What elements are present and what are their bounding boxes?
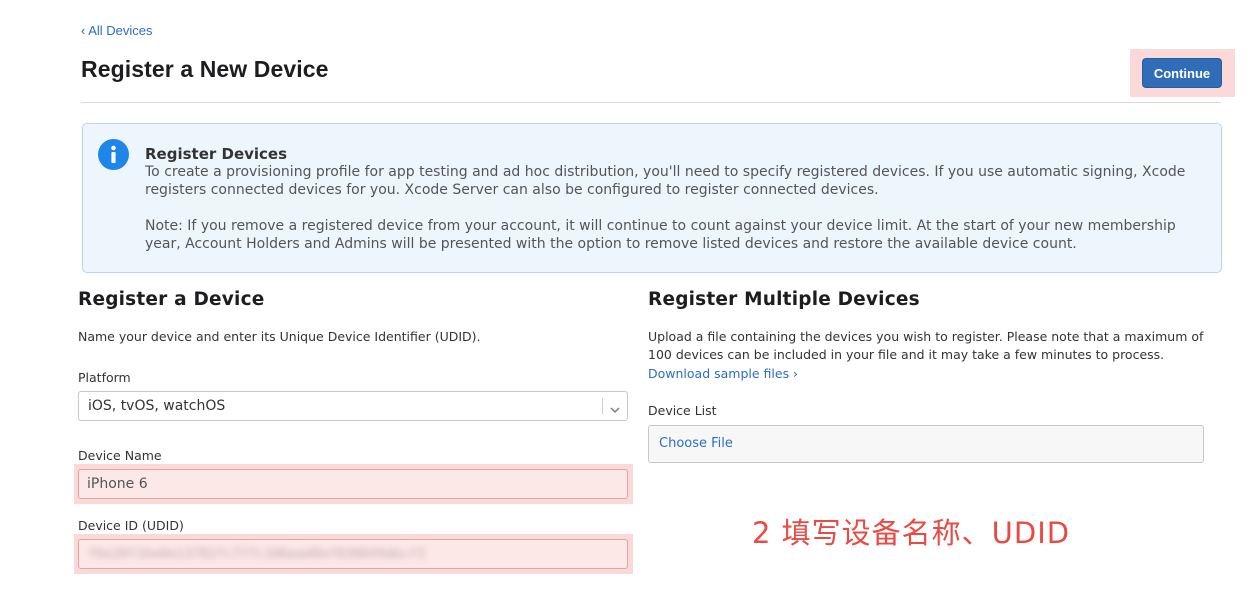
device-list-label: Device List <box>648 403 717 418</box>
chevron-down-icon <box>610 401 620 419</box>
platform-select[interactable]: iOS, tvOS, watchOS <box>78 391 628 421</box>
info-icon <box>98 139 129 170</box>
device-name-label: Device Name <box>78 448 162 463</box>
download-sample-files-link[interactable]: Download sample files › <box>648 366 798 381</box>
udid-label: Device ID (UDID) <box>78 518 184 533</box>
info-paragraph-2: Note: If you remove a registered device … <box>145 218 1176 252</box>
register-multiple-title: Register Multiple Devices <box>648 289 920 310</box>
back-to-all-devices-link[interactable]: ‹ All Devices <box>81 23 153 38</box>
device-list-file-input[interactable]: Choose File <box>648 425 1204 463</box>
info-title: Register Devices <box>145 145 288 163</box>
device-name-input[interactable] <box>78 469 628 499</box>
annotation-step-2: 2 填写设备名称、UDID <box>752 516 1071 550</box>
info-paragraph-1: To create a provisioning profile for app… <box>145 164 1186 198</box>
header-divider <box>81 102 1221 103</box>
choose-file-button[interactable]: Choose File <box>659 436 733 451</box>
register-device-description: Name your device and enter its Unique De… <box>78 329 481 344</box>
platform-select-value: iOS, tvOS, watchOS <box>88 398 226 414</box>
udid-value-blurred: f6e20f16e0e13782fc777c106ea48ef838049dbc… <box>88 547 426 562</box>
page-title: Register a New Device <box>81 56 329 82</box>
register-device-title: Register a Device <box>78 289 265 310</box>
continue-button[interactable]: Continue <box>1142 58 1222 88</box>
platform-label: Platform <box>78 370 131 385</box>
register-multiple-description: Upload a file containing the devices you… <box>648 329 1204 362</box>
select-separator <box>602 398 603 414</box>
